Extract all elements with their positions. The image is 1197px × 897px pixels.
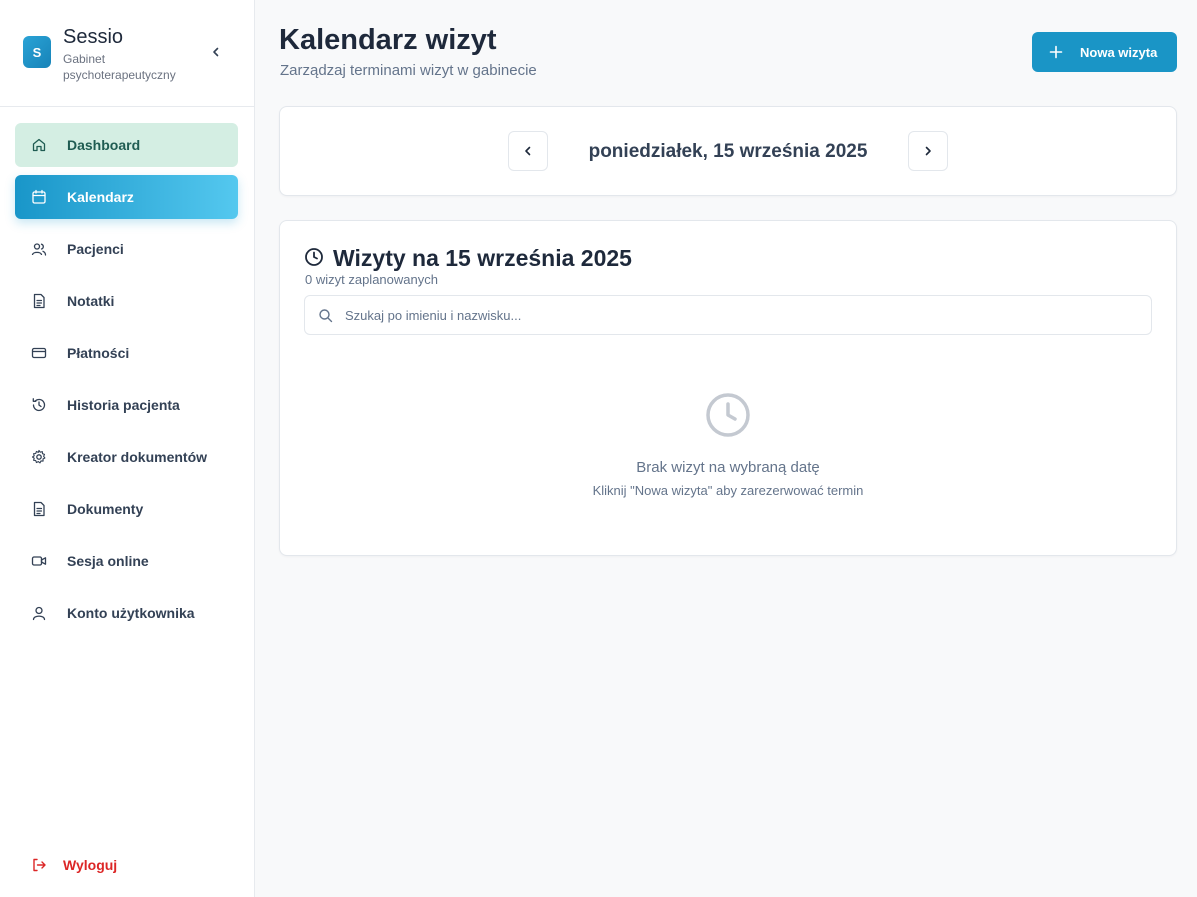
chevron-left-icon — [213, 47, 219, 57]
sidebar-item-dashboard[interactable]: Dashboard — [15, 123, 238, 167]
sidebar-item-notatki[interactable]: Notatki — [15, 279, 238, 323]
chevron-right-icon — [925, 146, 931, 156]
empty-state-subtitle: Kliknij "Nowa wizyta" aby zarezerwować t… — [592, 483, 864, 498]
next-day-button[interactable] — [908, 131, 948, 171]
brand-logo: S — [23, 36, 51, 68]
user-icon — [32, 606, 46, 621]
gear-icon — [31, 449, 46, 464]
sidebar-item-label: Historia pacjenta — [67, 397, 180, 413]
sidebar-item-label: Sesja online — [67, 553, 149, 569]
brand-name: Sessio — [63, 26, 124, 48]
search-box — [304, 295, 1152, 335]
visits-title: Wizyty na 15 września 2025 — [333, 245, 632, 271]
calendar-icon — [32, 189, 46, 204]
sidebar-item-kreator-dokumentow[interactable]: Kreator dokumentów — [15, 435, 238, 479]
brand-subtitle: Gabinet psychoterapeutyczny — [63, 52, 176, 82]
brand-header: S Sessio Gabinet psychoterapeutyczny — [0, 0, 254, 107]
sidebar-item-pacjenci[interactable]: Pacjenci — [15, 227, 238, 271]
document-icon — [33, 501, 45, 517]
search-icon — [319, 309, 333, 323]
sidebar-item-label: Konto użytkownika — [67, 605, 195, 621]
home-icon — [32, 138, 46, 152]
sidebar-item-label: Pacjenci — [67, 241, 124, 257]
history-icon — [32, 398, 46, 412]
sidebar-item-label: Kreator dokumentów — [67, 449, 208, 465]
sidebar-nav: Dashboard Kalendarz Pacjenci Notatki Pła… — [15, 123, 238, 643]
search-input[interactable] — [345, 296, 1135, 334]
sidebar-item-label: Płatności — [67, 345, 130, 361]
logout-icon — [33, 858, 46, 872]
sidebar-item-dokumenty[interactable]: Dokumenty — [15, 487, 238, 531]
visits-count: 0 wizyt zaplanowanych — [305, 272, 438, 287]
logout-button[interactable]: Wyloguj — [15, 843, 238, 887]
sidebar-item-label: Notatki — [67, 293, 115, 309]
sidebar-item-sesja-online[interactable]: Sesja online — [15, 539, 238, 583]
sidebar-item-label: Dokumenty — [67, 501, 144, 517]
plus-icon — [1049, 45, 1063, 59]
current-date: poniedziałek, 15 września 2025 — [588, 141, 868, 162]
sidebar-item-label: Dashboard — [67, 137, 141, 153]
page-title: Kalendarz wizyt — [279, 24, 497, 56]
sidebar-item-historia-pacjenta[interactable]: Historia pacjenta — [15, 383, 238, 427]
sidebar: S Sessio Gabinet psychoterapeutyczny Das… — [0, 0, 255, 897]
page-subtitle: Zarządzaj terminami wizyt w gabinecie — [280, 62, 537, 79]
logout-label: Wyloguj — [63, 857, 118, 873]
empty-state-title: Brak wizyt na wybraną datę — [636, 459, 820, 476]
video-icon — [31, 556, 47, 566]
new-visit-label: Nowa wizyta — [1080, 45, 1158, 60]
sidebar-item-konto-uzytkownika[interactable]: Konto użytkownika — [15, 591, 238, 635]
clock-icon — [305, 248, 323, 266]
date-navigation-card: poniedziałek, 15 września 2025 — [279, 106, 1177, 196]
sidebar-item-platnosci[interactable]: Płatności — [15, 331, 238, 375]
sidebar-item-label: Kalendarz — [67, 189, 134, 205]
empty-state-clock-icon — [706, 393, 750, 437]
sidebar-item-kalendarz[interactable]: Kalendarz — [15, 175, 238, 219]
file-text-icon — [33, 293, 45, 309]
credit-card-icon — [31, 347, 47, 359]
visits-card: Wizyty na 15 września 2025 0 wizyt zapla… — [279, 220, 1177, 556]
users-icon — [31, 243, 47, 256]
new-visit-button[interactable]: Nowa wizyta — [1032, 32, 1177, 72]
collapse-sidebar-button[interactable] — [206, 42, 226, 62]
